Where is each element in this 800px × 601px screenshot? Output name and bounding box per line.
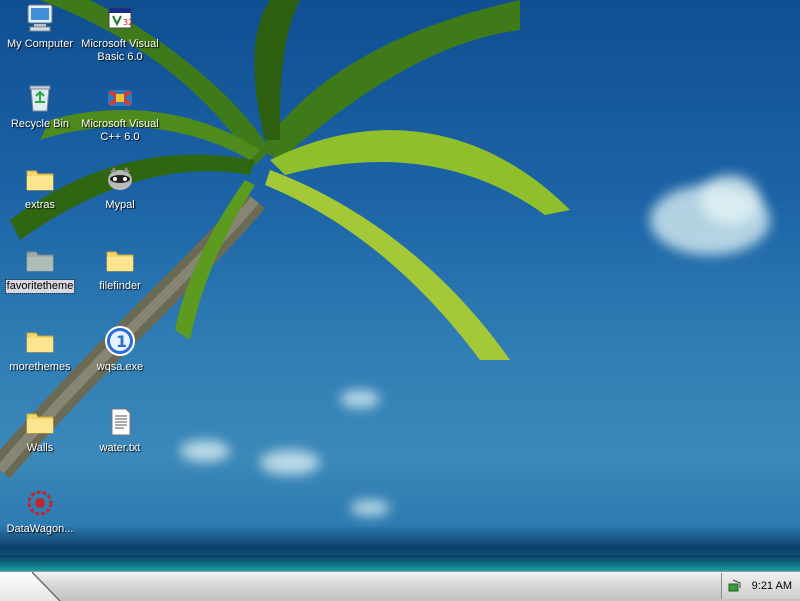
folder-icon	[26, 170, 54, 191]
recycle-bin-icon	[29, 85, 51, 112]
svg-text:1: 1	[116, 332, 127, 351]
desktop-icon-wqsa-exe[interactable]: 1 wqsa.exe	[80, 325, 160, 405]
desktop[interactable]: My Computer Recycle Bin extras favoritet…	[0, 0, 800, 571]
desktop-icon-label: extras	[25, 199, 55, 211]
network-icon[interactable]	[727, 578, 743, 594]
desktop-icon-label: Recycle Bin	[10, 118, 70, 130]
desktop-icon-label: Microsoft Visual C++ 6.0	[81, 118, 159, 143]
desktop-icon-extras[interactable]: extras	[0, 163, 80, 243]
desktop-icon-label: water.txt	[99, 442, 141, 454]
folder-icon	[26, 251, 54, 272]
text-file-icon	[111, 408, 131, 436]
taskbar: 9:21 AM	[0, 571, 800, 601]
svg-text:32: 32	[123, 18, 133, 27]
system-tray: 9:21 AM	[721, 573, 800, 599]
computer-icon	[27, 4, 53, 32]
desktop-icon-label: favoritetheme	[4, 279, 76, 294]
desktop-icon-label: morethemes	[9, 361, 71, 373]
start-button-edge	[32, 572, 61, 601]
desktop-icon-mypal[interactable]: Mypal	[80, 163, 160, 243]
desktop-icon-favoritetheme[interactable]: favoritetheme	[0, 244, 80, 324]
desktop-icon-walls[interactable]: Walls	[0, 406, 80, 486]
desktop-icon-label: Microsoft Visual Basic 6.0	[81, 38, 159, 63]
desktop-icon-label: My Computer	[6, 38, 74, 50]
visual-basic-icon: 32	[108, 7, 133, 29]
mypal-icon	[108, 167, 132, 190]
datawagon-icon	[27, 490, 53, 516]
desktop-icon-label: filefinder	[99, 280, 141, 292]
desktop-icon-recycle-bin[interactable]: Recycle Bin	[0, 82, 80, 162]
desktop-icon-label: Walls	[26, 442, 54, 454]
desktop-icon-label: DataWagon...	[6, 523, 74, 535]
folder-icon	[106, 251, 134, 272]
desktop-icon-visual-basic[interactable]: 32 Microsoft Visual Basic 6.0	[80, 2, 160, 82]
visual-cpp-icon	[108, 90, 132, 106]
folder-icon	[26, 413, 54, 434]
exe-icon: 1	[105, 326, 135, 356]
desktop-icon-morethemes[interactable]: morethemes	[0, 325, 80, 405]
desktop-icon-label: Mypal	[105, 199, 135, 211]
desktop-icon-my-computer[interactable]: My Computer	[0, 2, 80, 82]
folder-icon	[26, 332, 54, 353]
desktop-icon-label: wqsa.exe	[96, 361, 144, 373]
clock[interactable]: 9:21 AM	[752, 580, 792, 592]
desktop-icon-datawagon[interactable]: DataWagon...	[0, 487, 80, 567]
desktop-icon-visual-cpp[interactable]: Microsoft Visual C++ 6.0	[80, 82, 160, 162]
desktop-icon-water-txt[interactable]: water.txt	[80, 406, 160, 486]
desktop-icon-filefinder[interactable]: filefinder	[80, 244, 160, 324]
